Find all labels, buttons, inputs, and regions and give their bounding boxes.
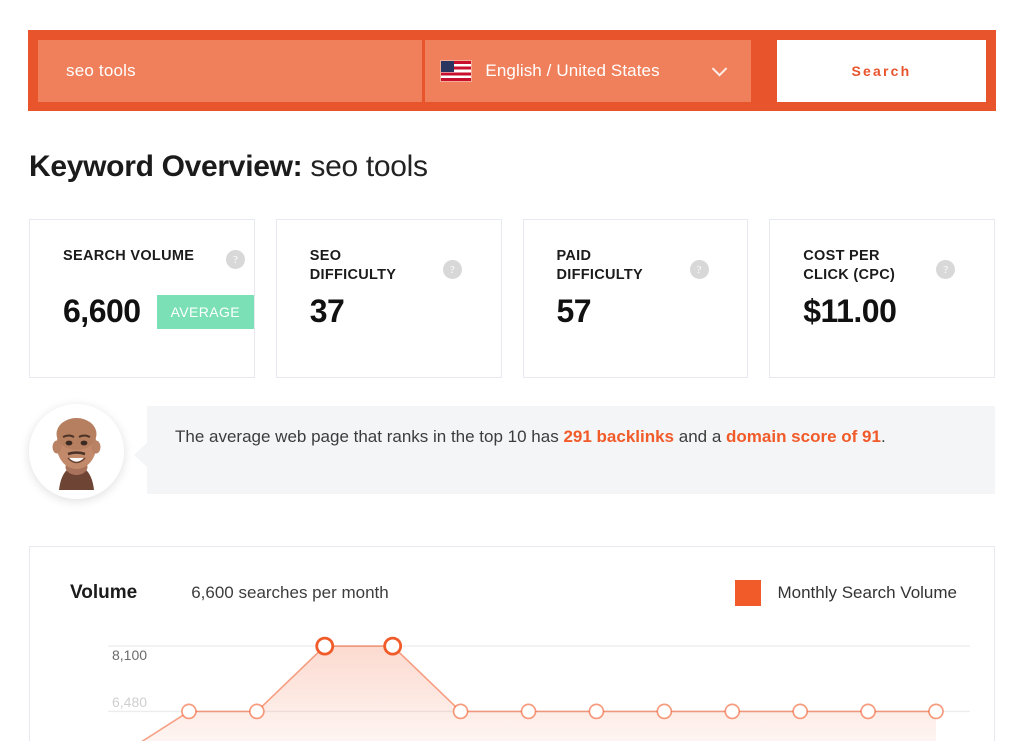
metric-value: 37 [310, 293, 345, 330]
metric-value-row: 37 [310, 293, 345, 330]
language-label: English / United States [485, 61, 659, 81]
help-icon[interactable]: ? [443, 260, 462, 279]
chart-data-point[interactable] [793, 704, 807, 718]
chart-title: Volume [70, 582, 137, 604]
metric-value: 6,600 [63, 293, 141, 330]
metric-label: COST PER CLICK (CPC) [803, 247, 923, 285]
chart-legend: Monthly Search Volume [735, 580, 957, 606]
legend-swatch-icon [735, 580, 761, 606]
chart-data-point[interactable] [589, 704, 603, 718]
metric-value-row: $11.00 [803, 293, 896, 330]
chart-data-point[interactable] [861, 704, 875, 718]
chart-data-point[interactable] [250, 704, 264, 718]
metric-value: 57 [557, 293, 592, 330]
help-icon[interactable]: ? [690, 260, 709, 279]
insight-bubble: The average web page that ranks in the t… [147, 406, 995, 494]
metric-card-cpc: COST PER CLICK (CPC) ? $11.00 [769, 219, 995, 378]
chart-subtitle: 6,600 searches per month [191, 583, 389, 603]
volume-chart-card: Volume 6,600 searches per month Monthly … [29, 546, 995, 741]
insight-highlight-domain-score: domain score of 91 [726, 427, 881, 446]
metric-card-seo-difficulty: SEO DIFFICULTY ? 37 [276, 219, 502, 378]
metric-card-search-volume: SEARCH VOLUME ? 6,600 AVERAGE [29, 219, 255, 378]
metric-value-row: 57 [557, 293, 592, 330]
us-flag-icon [441, 61, 471, 81]
help-icon[interactable]: ? [936, 260, 955, 279]
chart-data-point[interactable] [182, 704, 196, 718]
insight-highlight-backlinks: 291 backlinks [563, 427, 674, 446]
chart-plot-area: 8,100 6,480 [30, 632, 994, 741]
insight-text-part2: and a [674, 427, 726, 446]
user-avatar [29, 404, 124, 499]
chart-data-point[interactable] [522, 704, 536, 718]
metric-label: PAID DIFFICULTY [557, 247, 667, 285]
chart-data-point[interactable] [929, 704, 943, 718]
chart-data-point[interactable] [725, 704, 739, 718]
metric-card-paid-difficulty: PAID DIFFICULTY ? 57 [523, 219, 749, 378]
chart-data-point[interactable] [317, 638, 333, 654]
page-title-keyword: seo tools [302, 150, 427, 183]
page-title: Keyword Overview: seo tools [29, 150, 428, 184]
search-button[interactable]: Search [777, 40, 986, 102]
y-axis-tick-1: 8,100 [112, 647, 147, 663]
status-badge: AVERAGE [157, 295, 254, 329]
insight-text: The average web page that ranks in the t… [175, 423, 969, 451]
search-bar: English / United States Search [28, 30, 996, 111]
chart-data-point[interactable] [657, 704, 671, 718]
volume-line-chart [30, 632, 996, 741]
chart-data-point[interactable] [385, 638, 401, 654]
help-icon[interactable]: ? [226, 250, 245, 269]
metric-cards: SEARCH VOLUME ? 6,600 AVERAGE SEO DIFFIC… [29, 219, 995, 378]
search-input[interactable] [38, 40, 422, 102]
chart-data-point[interactable] [454, 704, 468, 718]
metric-label: SEO DIFFICULTY [310, 247, 420, 285]
keyword-overview-page: English / United States Search Keyword O… [0, 0, 1024, 741]
chevron-down-icon [712, 61, 728, 77]
insight-text-part3: . [881, 427, 886, 446]
chart-header: Volume 6,600 searches per month [70, 582, 389, 604]
metric-value-row: 6,600 AVERAGE [63, 293, 254, 330]
insight-text-part1: The average web page that ranks in the t… [175, 427, 563, 446]
insight-banner: The average web page that ranks in the t… [29, 404, 995, 494]
metric-value: $11.00 [803, 293, 896, 330]
page-title-prefix: Keyword Overview: [29, 150, 302, 183]
language-selector[interactable]: English / United States [422, 40, 751, 102]
metric-label: SEARCH VOLUME [63, 247, 198, 266]
legend-label: Monthly Search Volume [777, 583, 957, 603]
y-axis-tick-2: 6,480 [112, 694, 147, 710]
